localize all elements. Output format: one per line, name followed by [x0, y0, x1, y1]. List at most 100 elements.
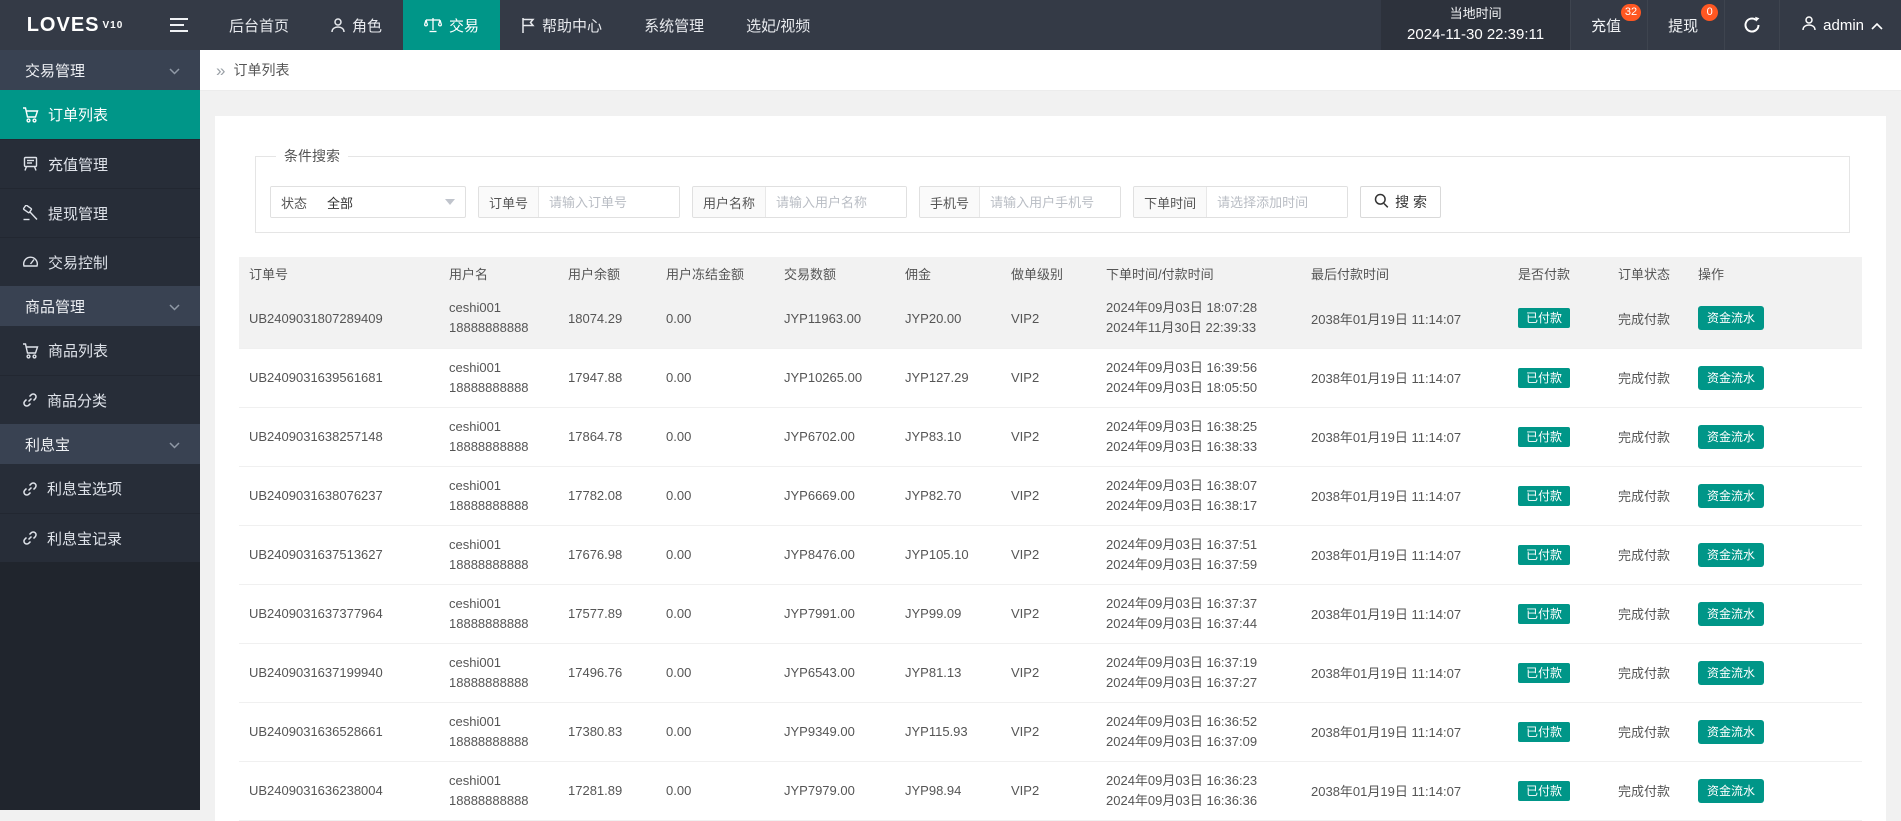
- column-header: 最后付款时间: [1301, 257, 1508, 289]
- fund-flow-button[interactable]: 资金流水: [1698, 778, 1765, 803]
- paid-badge: 已付款: [1518, 662, 1571, 683]
- table-row[interactable]: UB2409031639561681 ceshi001 18888888888 179…: [239, 348, 1862, 408]
- paid-cell: 已付款: [1508, 466, 1608, 526]
- nav-item-help-center[interactable]: 帮助中心: [500, 0, 623, 50]
- fund-flow-button[interactable]: 资金流水: [1698, 424, 1765, 449]
- table-row[interactable]: UB2409031636238004 ceshi001 18888888888 172…: [239, 761, 1862, 821]
- content-area: 条件搜索 状态 全部 订单号 用户名称: [200, 91, 1901, 821]
- username-input[interactable]: [766, 187, 907, 217]
- orders-table: 订单号 用户名 用户余额 用户冻结金额 交易数额 佣金 做单级别 下单时间/付款时间 最后付款时…: [239, 257, 1862, 821]
- sidebar-item-trade-control[interactable]: 交易控制: [0, 237, 200, 286]
- action-cell: 资金流水: [1688, 702, 1862, 762]
- column-header: 下单时间/付款时间: [1096, 257, 1301, 289]
- amount-cell: JYP6669.00: [774, 466, 895, 526]
- search-button[interactable]: 搜 索: [1360, 186, 1441, 218]
- order-time-input[interactable]: [1207, 187, 1348, 217]
- sidebar-item-interest-options[interactable]: 利息宝选项: [0, 464, 200, 513]
- sidebar-item-withdraw-management[interactable]: 提现管理: [0, 188, 200, 237]
- pay-time: 2024年11月30日 22:39:33: [1106, 320, 1257, 336]
- table-row[interactable]: UB2409031638257148 ceshi001 18888888888 178…: [239, 407, 1862, 467]
- sidebar-item-order-list[interactable]: 订单列表: [0, 90, 200, 139]
- gavel-icon: [22, 205, 39, 221]
- table-row[interactable]: UB2409031636528661 ceshi001 18888888888 173…: [239, 702, 1862, 762]
- order-time: 2024年09月03日 18:07:28: [1106, 300, 1258, 316]
- sidebar-group-product-management[interactable]: 商品管理: [0, 286, 200, 326]
- fund-flow-button[interactable]: 资金流水: [1698, 719, 1765, 744]
- user-menu[interactable]: admin: [1779, 0, 1901, 50]
- hamburger-icon[interactable]: [150, 0, 208, 50]
- nav-item-dashboard[interactable]: 后台首页: [208, 0, 310, 50]
- column-header: 用户名: [439, 257, 558, 289]
- sidebar-item-product-list[interactable]: 商品列表: [0, 326, 200, 375]
- user-phone: 18888888888: [449, 438, 529, 454]
- search-icon: [1374, 193, 1389, 211]
- action-cell: 资金流水: [1688, 584, 1862, 644]
- refresh-icon[interactable]: [1724, 0, 1779, 50]
- level-cell: VIP2: [1001, 348, 1096, 408]
- nav-item-roles[interactable]: 角色: [310, 0, 403, 50]
- commission-cell: JYP115.93: [895, 702, 1001, 762]
- sidebar-item-interest-records[interactable]: 利息宝记录: [0, 513, 200, 562]
- table-row[interactable]: UB2409031637199940 ceshi001 18888888888 174…: [239, 643, 1862, 703]
- pay-time: 2024年09月03日 16:36:36: [1106, 792, 1258, 808]
- sidebar-item-recharge-management[interactable]: 充值管理: [0, 139, 200, 188]
- order-status-cell: 完成付款: [1608, 584, 1688, 644]
- commission-cell: JYP83.10: [895, 407, 1001, 467]
- fund-flow-button[interactable]: 资金流水: [1698, 365, 1765, 390]
- frozen-cell: 0.00: [656, 289, 774, 349]
- amount-cell: JYP7979.00: [774, 761, 895, 821]
- level-cell: VIP2: [1001, 525, 1096, 585]
- level-cell: VIP2: [1001, 466, 1096, 526]
- table-row[interactable]: UB2409031637513627 ceshi001 18888888888 176…: [239, 525, 1862, 585]
- nav-item-video[interactable]: 选妃/视频: [725, 0, 831, 50]
- user-phone: 18888888888: [449, 615, 529, 631]
- withdraw-button[interactable]: 提现 0: [1647, 0, 1724, 50]
- fund-flow-button[interactable]: 资金流水: [1698, 483, 1765, 508]
- sidebar-item-product-category[interactable]: 商品分类: [0, 375, 200, 424]
- paid-cell: 已付款: [1508, 348, 1608, 408]
- table-row[interactable]: UB2409031637377964 ceshi001 18888888888 175…: [239, 584, 1862, 644]
- status-select[interactable]: 全部: [317, 187, 465, 217]
- order-status-cell: 完成付款: [1608, 289, 1688, 349]
- nav-item-trade[interactable]: 交易: [403, 0, 501, 50]
- sidebar: 交易管理 订单列表 充值管理 提现管理 交易控制 商品管理 商品列表 商品分类 …: [0, 50, 200, 810]
- user-phone: 18888888888: [449, 792, 529, 808]
- level-cell: VIP2: [1001, 761, 1096, 821]
- level-cell: VIP2: [1001, 407, 1096, 467]
- fund-flow-button[interactable]: 资金流水: [1698, 542, 1765, 567]
- sidebar-group-trade-management[interactable]: 交易管理: [0, 50, 200, 90]
- sidebar-group-interest-treasure[interactable]: 利息宝: [0, 424, 200, 464]
- last-pay-time-cell: 2038年01月19日 11:14:07: [1301, 584, 1508, 644]
- paid-badge: 已付款: [1518, 485, 1571, 506]
- app-logo: LOVES V10: [0, 0, 150, 50]
- balance-cell: 17676.98: [558, 525, 656, 585]
- username-label: 用户名称: [693, 187, 767, 217]
- table-row[interactable]: UB2409031638076237 ceshi001 18888888888 177…: [239, 466, 1862, 526]
- fund-flow-button[interactable]: 资金流水: [1698, 660, 1765, 685]
- column-header: 订单号: [239, 257, 439, 289]
- chevron-down-icon: [169, 298, 180, 315]
- local-time-block: 当地时间 2024-11-30 22:39:11: [1381, 0, 1571, 50]
- nav-item-label: 帮助中心: [542, 17, 603, 35]
- action-cell: 资金流水: [1688, 407, 1862, 467]
- balance-cell: 17281.89: [558, 761, 656, 821]
- paid-badge: 已付款: [1518, 544, 1571, 565]
- link-icon: [22, 530, 38, 546]
- last-pay-time-cell: 2038年01月19日 11:14:07: [1301, 643, 1508, 703]
- phone-input[interactable]: [980, 187, 1121, 217]
- balance-cell: 18074.29: [558, 289, 656, 349]
- level-cell: VIP2: [1001, 702, 1096, 762]
- fund-flow-button[interactable]: 资金流水: [1698, 306, 1765, 331]
- order-no-cell: UB2409031636238004: [239, 761, 439, 821]
- fund-flow-button[interactable]: 资金流水: [1698, 601, 1765, 626]
- nav-item-system[interactable]: 系统管理: [623, 0, 725, 50]
- frozen-cell: 0.00: [656, 761, 774, 821]
- order-no-input[interactable]: [539, 187, 680, 217]
- sidebar-group-label: 利息宝: [25, 436, 71, 454]
- order-pay-time-cell: 2024年09月03日 16:37:19 2024年09月03日 16:37:27: [1096, 643, 1301, 703]
- user-name: ceshi001: [449, 772, 502, 788]
- user-name: ceshi001: [449, 477, 502, 493]
- phone-label: 手机号: [920, 187, 981, 217]
- recharge-button[interactable]: 充值 32: [1570, 0, 1647, 50]
- table-row[interactable]: UB2409031807289409 ceshi001 18888888888 180…: [239, 289, 1862, 349]
